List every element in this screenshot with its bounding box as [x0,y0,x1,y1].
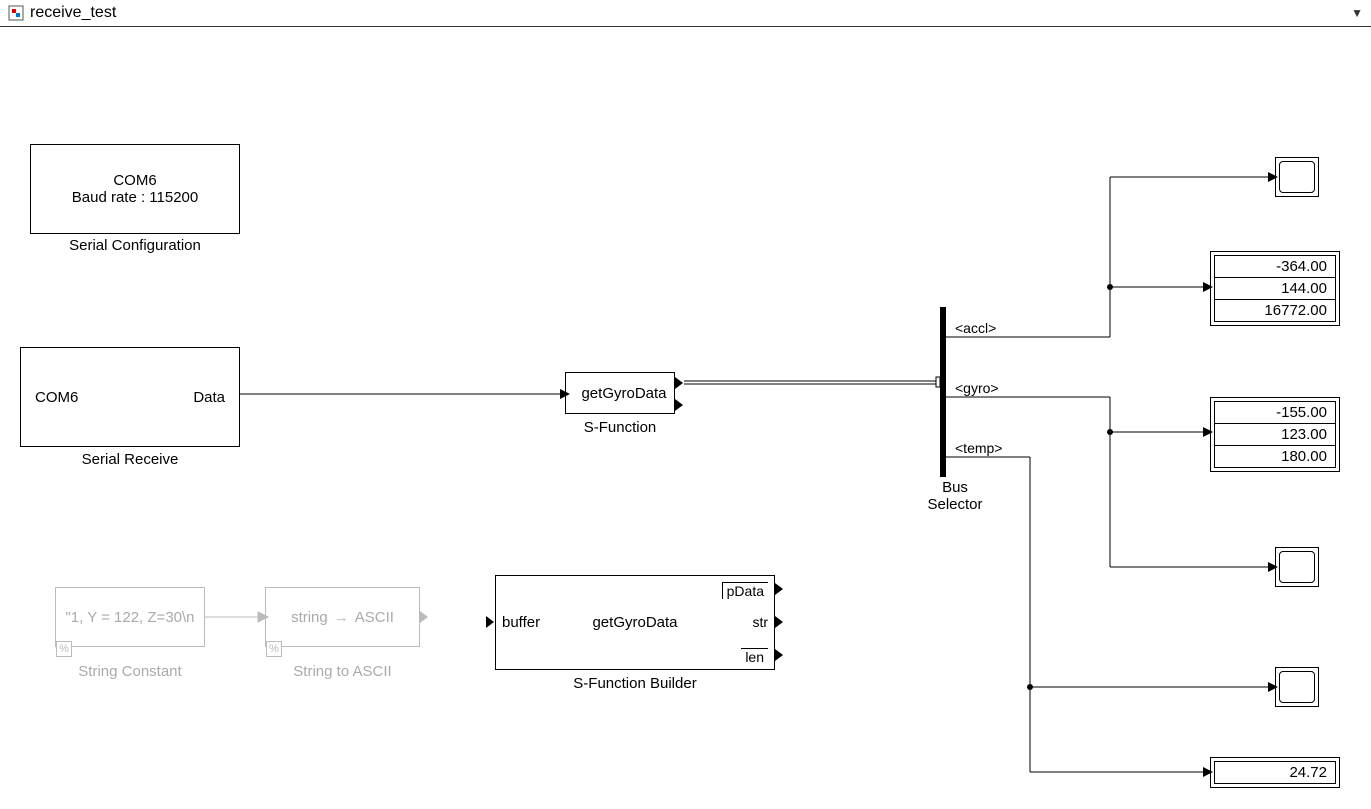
display-gyro-row-0: -155.00 [1214,401,1336,424]
title-bar: receive_test ▼ [0,0,1371,27]
signal-label-temp: <temp> [955,440,1002,456]
sfbuilder-in-port [486,616,494,628]
serial-configuration-block[interactable]: COM6 Baud rate : 115200 [30,144,240,234]
serial-receive-port: COM6 [35,389,78,406]
diagram-canvas[interactable]: COM6 Baud rate : 115200 Serial Configura… [0,27,1371,807]
string-to-ascii-in: string [291,609,328,626]
dropdown-icon[interactable]: ▼ [1351,6,1363,20]
string-to-ascii-block[interactable]: string → ASCII [265,587,420,647]
display-temp-row-0: 24.72 [1214,761,1336,784]
display-gyro-row-1: 123.00 [1214,424,1336,446]
sfbuilder-out2: str [752,614,768,630]
arrow-icon: → [334,609,349,626]
serial-config-line1: COM6 [113,172,156,189]
string-to-ascii-label: String to ASCII [265,663,420,680]
display-accl-row-0: -364.00 [1214,255,1336,278]
s-function-label: S-Function [545,419,695,436]
s-function-out-port-1 [675,377,683,389]
display-temp[interactable]: 24.72 [1210,757,1340,788]
scope-gyro[interactable] [1275,547,1319,587]
display-accl[interactable]: -364.00 144.00 16772.00 [1210,251,1340,326]
signal-label-gyro: <gyro> [955,380,999,396]
display-accl-row-1: 144.00 [1214,278,1336,300]
sfbuilder-name: getGyroData [496,614,774,631]
s-function-block[interactable]: getGyroData [565,372,675,414]
string-constant-label: String Constant [55,663,205,680]
s-function-out-port-2 [675,399,683,411]
string-to-ascii-out: ASCII [355,609,394,626]
display-gyro-row-2: 180.00 [1214,446,1336,468]
sfbuilder-out-port-2 [775,616,783,628]
serial-receive-label: Serial Receive [20,451,240,468]
s-function-builder-label: S-Function Builder [495,675,775,692]
serial-receive-block[interactable]: COM6 Data [20,347,240,447]
percent-badge-icon-2: % [266,641,282,657]
serial-receive-out: Data [193,389,225,406]
serial-config-line2: Baud rate : 115200 [72,189,199,206]
model-file-icon [8,5,24,21]
signal-label-accl: <accl> [955,320,996,336]
display-gyro[interactable]: -155.00 123.00 180.00 [1210,397,1340,472]
percent-badge-icon: % [56,641,72,657]
sfbuilder-out1: pData [722,582,768,599]
string-constant-text: "1, Y = 122, Z=30\n [65,609,194,626]
bus-selector-block[interactable] [940,307,946,477]
serial-configuration-label: Serial Configuration [30,237,240,254]
sfbuilder-out3: len [741,648,768,665]
bus-selector-label: Bus Selector [915,479,995,513]
string-constant-block[interactable]: "1, Y = 122, Z=30\n [55,587,205,647]
model-title: receive_test [30,4,116,22]
scope-accl[interactable] [1275,157,1319,197]
s-function-builder-block[interactable]: buffer getGyroData pData str len [495,575,775,670]
sfbuilder-out-port-1 [775,583,783,595]
string-to-ascii-out-port [420,611,428,623]
scope-temp[interactable] [1275,667,1319,707]
sfbuilder-out-port-3 [775,649,783,661]
display-accl-row-2: 16772.00 [1214,300,1336,322]
s-function-text: getGyroData [566,385,674,402]
